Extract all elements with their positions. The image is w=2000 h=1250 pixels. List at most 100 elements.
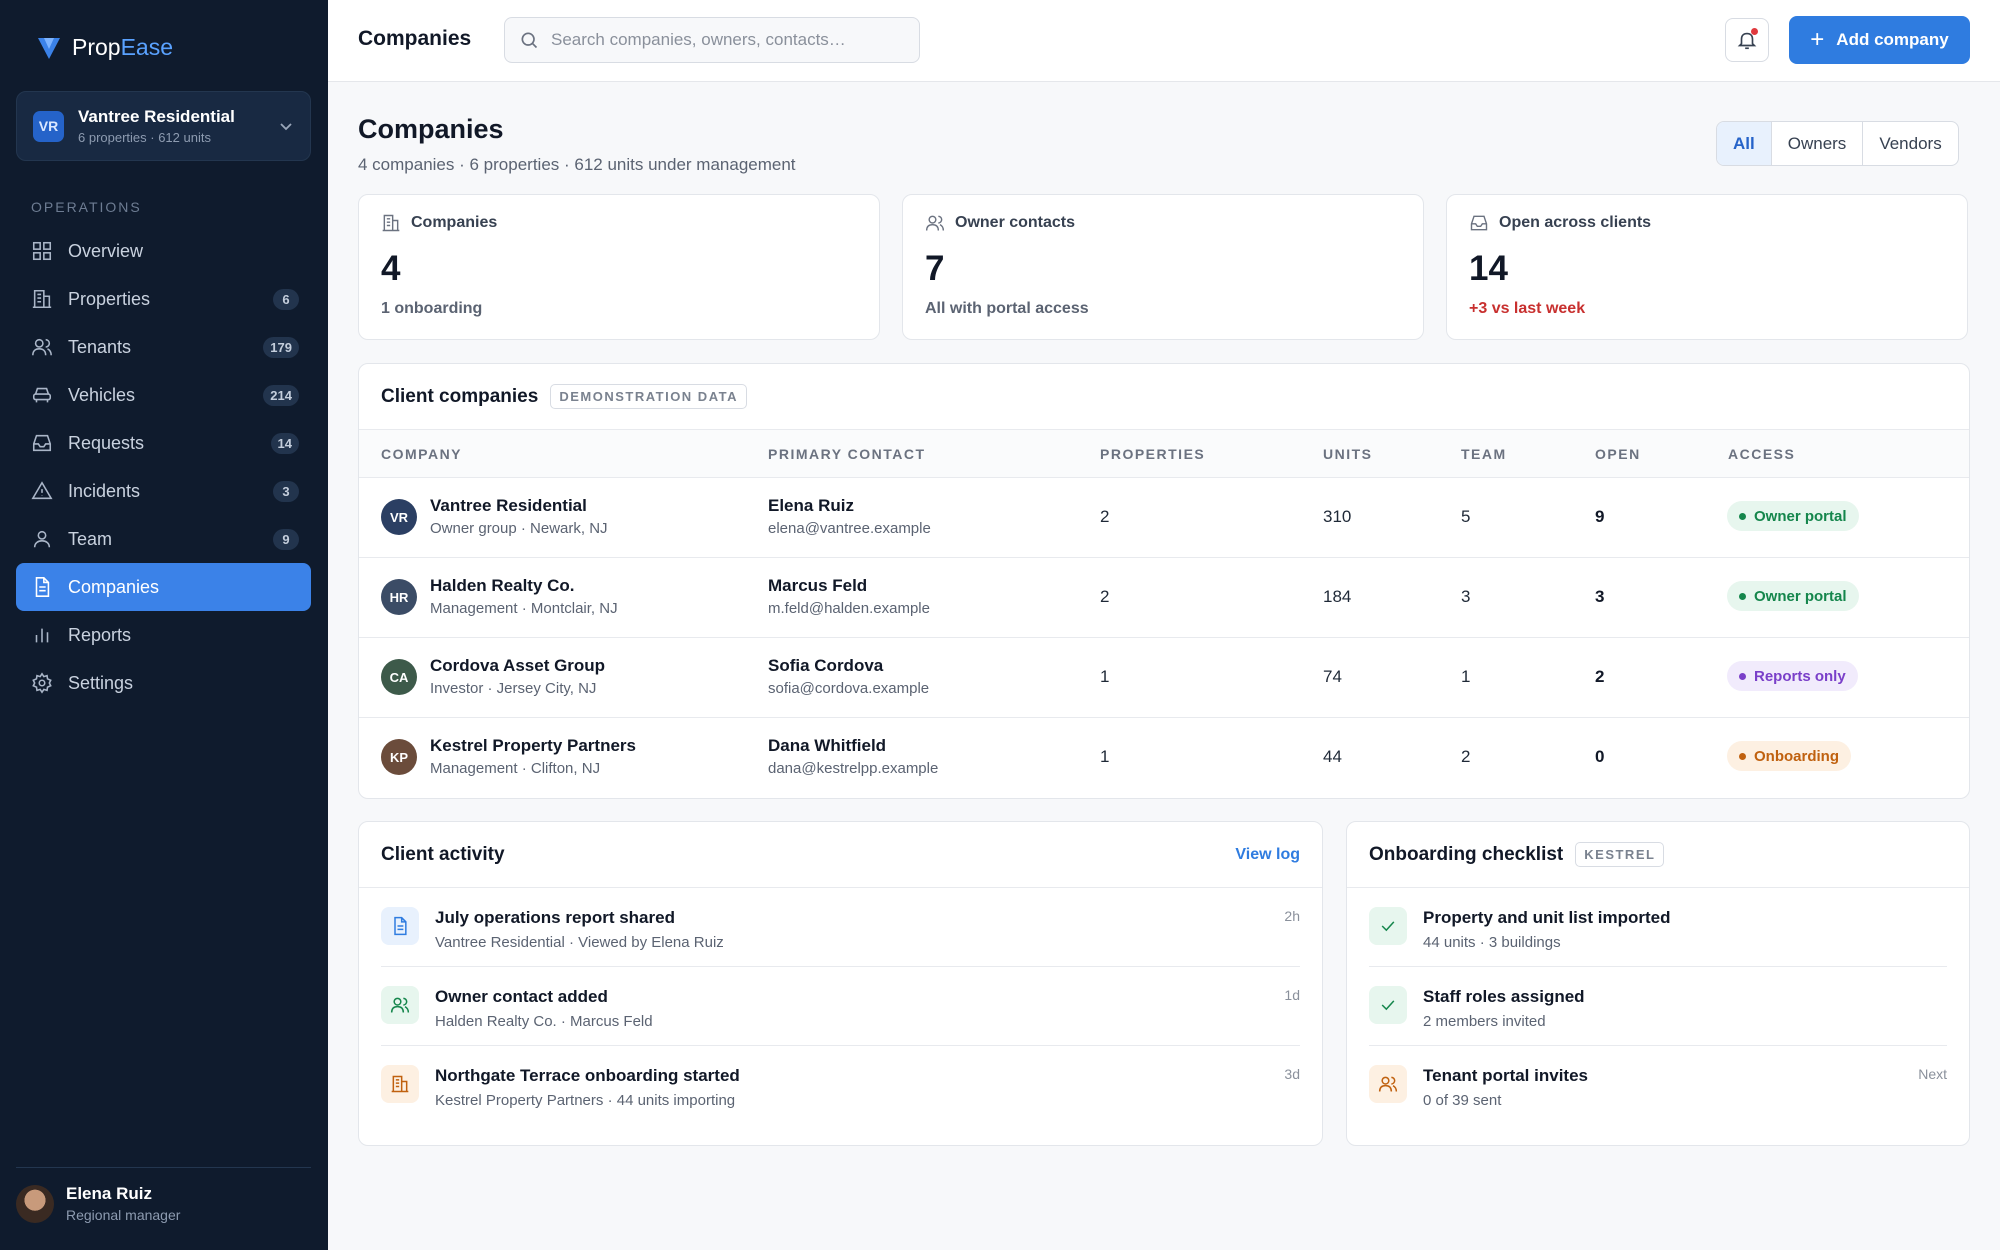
sidebar-item-vehicles[interactable]: Vehicles 214 xyxy=(16,371,311,419)
avatar xyxy=(16,1184,54,1223)
column-header[interactable]: PRIMARY CONTACT xyxy=(768,446,926,462)
activity-detail: Vantree Residential · Viewed by Elena Ru… xyxy=(435,934,724,951)
open-count: 2 xyxy=(1595,667,1605,686)
checklist-detail: 2 members invited xyxy=(1423,1013,1546,1030)
sidebar-item-label: Properties xyxy=(68,288,151,309)
search-icon xyxy=(521,32,538,49)
checklist-item[interactable]: Property and unit list imported 44 units… xyxy=(1369,888,1947,967)
org-summary: 6 properties · 612 units xyxy=(78,130,211,145)
sidebar-item-reports[interactable]: Reports xyxy=(16,611,311,659)
org-switcher[interactable]: VR Vantree Residential 6 properties · 61… xyxy=(16,91,311,161)
inbox-icon xyxy=(1470,215,1488,231)
company-avatar: HR xyxy=(381,579,417,615)
stat-card-companies: Companies 4 1 onboarding xyxy=(358,194,880,340)
car-icon xyxy=(30,383,54,407)
company-name[interactable]: Cordova Asset Group xyxy=(430,656,605,676)
building-icon xyxy=(381,1065,419,1103)
checklist-status: Next xyxy=(1918,1066,1947,1082)
sidebar-item-settings[interactable]: Settings xyxy=(16,659,311,707)
properties-count: 1 xyxy=(1100,747,1110,766)
notification-dot xyxy=(1751,28,1758,35)
table-row[interactable]: KP Kestrel Property Partners Management … xyxy=(359,718,1969,798)
filter-vendors[interactable]: Vendors xyxy=(1862,122,1957,165)
stat-label: Companies xyxy=(411,214,498,231)
column-header[interactable]: ACCESS xyxy=(1728,446,1795,462)
sidebar-item-overview[interactable]: Overview xyxy=(16,227,311,275)
company-tag: KESTREL xyxy=(1575,842,1665,867)
sidebar-item-incidents[interactable]: Incidents 3 xyxy=(16,467,311,515)
checklist-title: Staff roles assigned xyxy=(1423,987,1585,1006)
units-count: 310 xyxy=(1323,507,1352,526)
stat-value: 4 xyxy=(381,249,401,288)
table-header: COMPANY PRIMARY CONTACT PROPERTIES UNITS… xyxy=(359,430,1969,478)
stat-card-open-across-clients: Open across clients 14 +3 vs last week xyxy=(1446,194,1968,340)
sidebar-item-requests[interactable]: Requests 14 xyxy=(16,419,311,467)
users-icon xyxy=(30,335,54,359)
contact-email: sofia@cordova.example xyxy=(768,680,930,697)
table-row[interactable]: HR Halden Realty Co. Management · Montcl… xyxy=(359,558,1969,638)
view-log-link[interactable]: View log xyxy=(1235,846,1300,864)
status-dot xyxy=(1739,512,1746,520)
activity-title: July operations report shared xyxy=(435,908,675,927)
team-count: 1 xyxy=(1461,667,1471,686)
contact-name: Sofia Cordova xyxy=(768,656,884,675)
table-row[interactable]: CA Cordova Asset Group Investor · Jersey… xyxy=(359,638,1969,718)
sidebar-item-label: Vehicles xyxy=(68,384,136,405)
activity-title: Owner contact added xyxy=(435,987,608,1006)
open-count: 9 xyxy=(1595,507,1605,526)
users-icon xyxy=(925,215,945,231)
column-header[interactable]: PROPERTIES xyxy=(1100,446,1205,462)
column-header[interactable]: UNITS xyxy=(1323,446,1373,462)
topbar: Companies + Add company xyxy=(328,0,2000,82)
checklist-detail: 0 of 39 sent xyxy=(1423,1092,1502,1109)
units-count: 74 xyxy=(1323,667,1342,686)
stat-note: +3 vs last week xyxy=(1469,300,1586,317)
units-count: 184 xyxy=(1323,587,1352,606)
activity-item[interactable]: July operations report shared Vantree Re… xyxy=(381,888,1300,967)
document-icon xyxy=(30,575,54,599)
document-icon xyxy=(381,907,419,945)
access-label: Reports only xyxy=(1754,667,1846,685)
company-name[interactable]: Kestrel Property Partners xyxy=(430,736,636,756)
filter-all[interactable]: All xyxy=(1717,122,1771,165)
user-profile[interactable]: Elena Ruiz Regional manager xyxy=(16,1167,311,1223)
access-badge: Owner portal xyxy=(1727,501,1859,531)
brand-name-part1: Prop xyxy=(72,34,121,60)
column-header[interactable]: COMPANY xyxy=(381,446,462,462)
company-name[interactable]: Vantree Residential xyxy=(430,496,587,516)
sidebar-item-label: Team xyxy=(68,528,113,549)
contact-name: Dana Whitfield xyxy=(768,736,887,755)
checklist-title: Tenant portal invites xyxy=(1423,1066,1588,1085)
column-header[interactable]: TEAM xyxy=(1461,446,1507,462)
brand-logo[interactable]: PropEase xyxy=(36,34,173,61)
activity-time: 2h xyxy=(1284,908,1300,924)
activity-item[interactable]: Owner contact added Halden Realty Co. · … xyxy=(381,967,1300,1046)
plus-icon: + xyxy=(1810,26,1825,53)
grid-icon xyxy=(30,239,54,263)
sidebar-item-properties[interactable]: Properties 6 xyxy=(16,275,311,323)
company-name[interactable]: Halden Realty Co. xyxy=(430,576,575,596)
notifications-button[interactable] xyxy=(1725,18,1769,62)
stat-value: 14 xyxy=(1469,249,1508,288)
search-input[interactable] xyxy=(551,30,911,50)
stat-card-owner-contacts: Owner contacts 7 All with portal access xyxy=(902,194,1424,340)
count-badge: 6 xyxy=(273,289,299,310)
user-name: Elena Ruiz xyxy=(66,1184,152,1203)
sidebar-item-label: Incidents xyxy=(68,480,141,501)
company-meta: Management · Clifton, NJ xyxy=(430,760,601,777)
building-icon xyxy=(382,214,400,232)
checklist-item[interactable]: Tenant portal invites 0 of 39 sent Next xyxy=(1369,1046,1947,1125)
checklist-item[interactable]: Staff roles assigned 2 members invited xyxy=(1369,967,1947,1046)
sidebar-item-tenants[interactable]: Tenants 179 xyxy=(16,323,311,371)
sidebar-item-team[interactable]: Team 9 xyxy=(16,515,311,563)
add-company-button[interactable]: + Add company xyxy=(1789,16,1970,64)
filter-owners[interactable]: Owners xyxy=(1770,122,1863,165)
table-row[interactable]: VR Vantree Residential Owner group · New… xyxy=(359,478,1969,558)
sidebar-item-label: Tenants xyxy=(68,336,132,357)
page-subtitle: 4 companies · 6 properties · 612 units u… xyxy=(358,155,796,174)
search-box[interactable] xyxy=(504,17,920,63)
activity-item[interactable]: Northgate Terrace onboarding started Kes… xyxy=(381,1046,1300,1125)
gear-icon xyxy=(30,671,54,695)
column-header[interactable]: OPEN xyxy=(1595,446,1641,462)
sidebar-item-companies[interactable]: Companies xyxy=(16,563,311,611)
